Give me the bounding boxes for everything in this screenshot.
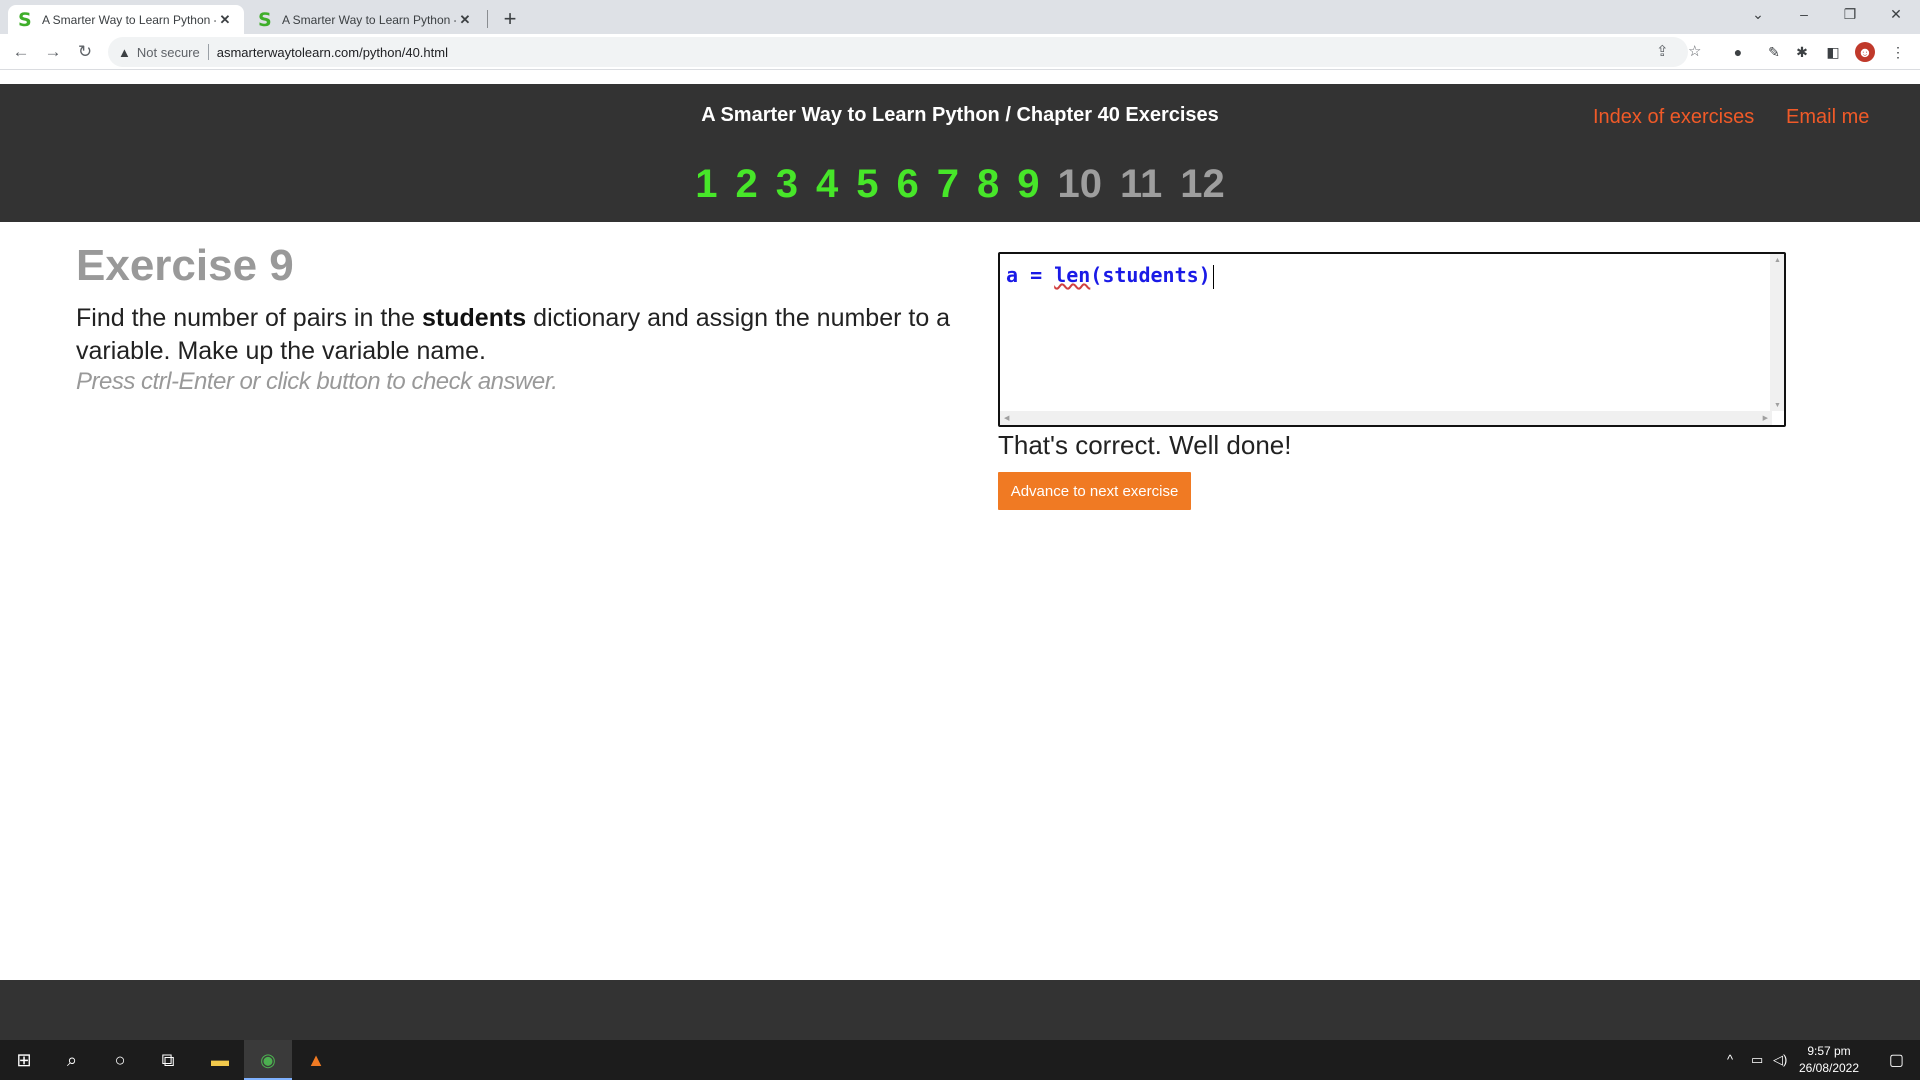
reload-icon[interactable]: ↻: [73, 40, 97, 64]
windows-start-icon[interactable]: ⊞: [0, 1040, 48, 1080]
volume-icon[interactable]: ◁): [1773, 1052, 1787, 1068]
network-icon[interactable]: ▭: [1751, 1052, 1763, 1068]
extension-pen-icon[interactable]: ✎: [1764, 42, 1784, 62]
minimize-icon[interactable]: –: [1781, 0, 1827, 30]
site-favicon-icon: S: [18, 8, 32, 31]
exercise-number-link[interactable]: 8: [968, 161, 1008, 207]
exercise-number-link[interactable]: 3: [767, 161, 807, 207]
menu-dots-icon[interactable]: ⋮: [1888, 42, 1908, 62]
cortana-icon[interactable]: ○: [96, 1040, 144, 1080]
text-cursor: [1212, 264, 1214, 289]
exercise-number-link[interactable]: 9: [1008, 161, 1048, 207]
code-line[interactable]: a = len(students): [1006, 263, 1214, 289]
extension-ninja-icon[interactable]: ●: [1728, 42, 1748, 62]
exercise-number-link[interactable]: 11: [1111, 161, 1171, 207]
taskbar-clock[interactable]: 9:57 pm 26/08/2022: [1794, 1043, 1864, 1077]
result-message: That's correct. Well done!: [998, 430, 1292, 460]
exercise-number-nav: 1 2 3 4 5 6 7 8 9 10 11 12: [0, 161, 1920, 207]
instruction-text: Find the number of pairs in the: [76, 304, 423, 332]
windows-taskbar: ⊞ ⌕ ○ ⧉ ▬ ◉ ▲ ^ ▭ ◁) 9:57 pm 26/08/2022 …: [0, 1040, 1920, 1080]
horizontal-scrollbar[interactable]: ◀ ▶: [1000, 411, 1772, 425]
forward-icon[interactable]: →: [41, 40, 65, 64]
tab-title: A Smarter Way to Learn Python -: [282, 12, 456, 27]
browser-tab-bar: S A Smarter Way to Learn Python - ✕ S A …: [0, 0, 1920, 34]
exercise-number-link[interactable]: 1: [686, 161, 726, 207]
tab-search-icon[interactable]: ⌄: [1735, 0, 1781, 30]
browser-toolbar: ← → ↻ ▲ Not secure asmarterwaytolearn.co…: [0, 34, 1920, 70]
code-argument: (students): [1090, 263, 1211, 287]
file-explorer-icon[interactable]: ▬: [196, 1040, 244, 1080]
tray-chevron-icon[interactable]: ^: [1727, 1052, 1733, 1067]
scroll-down-icon[interactable]: ▼: [1774, 402, 1781, 409]
task-view-icon[interactable]: ⧉: [144, 1040, 192, 1080]
url-text[interactable]: asmarterwaytolearn.com/python/40.html: [217, 45, 448, 60]
site-footer: [0, 980, 1920, 1040]
new-tab-button[interactable]: +: [496, 5, 524, 33]
close-window-icon[interactable]: ✕: [1873, 0, 1919, 30]
close-tab-icon[interactable]: ✕: [456, 12, 474, 28]
exercise-number-link[interactable]: 5: [847, 161, 887, 207]
advance-next-exercise-button[interactable]: Advance to next exercise: [998, 472, 1191, 510]
exercise-number-link[interactable]: 10: [1048, 161, 1111, 207]
side-panel-icon[interactable]: ◧: [1823, 42, 1843, 62]
address-bar[interactable]: ▲ Not secure asmarterwaytolearn.com/pyth…: [108, 37, 1688, 67]
vertical-scrollbar[interactable]: ▲ ▼: [1770, 254, 1784, 411]
site-header: A Smarter Way to Learn Python / Chapter …: [0, 84, 1920, 222]
security-label: Not secure: [136, 44, 200, 60]
code-assignment: a =: [1006, 263, 1055, 287]
scroll-up-icon[interactable]: ▲: [1774, 257, 1781, 264]
warning-icon: ▲: [118, 44, 131, 60]
tab-title: A Smarter Way to Learn Python -: [42, 12, 216, 27]
notification-icon[interactable]: ▢: [1889, 1050, 1904, 1070]
browser-tab-1[interactable]: S A Smarter Way to Learn Python - ✕: [8, 5, 244, 34]
instruction-keyword: students: [422, 304, 527, 332]
tab-divider: [487, 10, 488, 28]
exercise-number-link[interactable]: 7: [928, 161, 968, 207]
clock-date: 26/08/2022: [1798, 1061, 1860, 1075]
exercise-number-link[interactable]: 12: [1171, 161, 1234, 207]
chrome-icon[interactable]: ◉: [244, 1040, 292, 1080]
exercise-title: Exercise 9: [76, 241, 294, 290]
exercise-hint: Press ctrl-Enter or click button to chec…: [76, 368, 558, 395]
clock-time: 9:57 pm: [1807, 1044, 1851, 1058]
exercise-number-link[interactable]: 6: [887, 161, 927, 207]
exercise-instructions: Find the number of pairs in the students…: [76, 302, 956, 368]
index-of-exercises-link[interactable]: Index of exercises: [1593, 106, 1754, 129]
email-me-link[interactable]: Email me: [1786, 106, 1869, 129]
share-icon[interactable]: ⇪: [1656, 42, 1669, 60]
scroll-right-icon[interactable]: ▶: [1763, 414, 1768, 422]
exercise-number-link[interactable]: 2: [726, 161, 766, 207]
extensions-puzzle-icon[interactable]: ✱: [1792, 42, 1812, 62]
profile-avatar[interactable]: ☻: [1855, 42, 1875, 62]
browser-tab-2[interactable]: S A Smarter Way to Learn Python - ✕: [248, 5, 484, 34]
exercise-number-link[interactable]: 4: [807, 161, 847, 207]
site-favicon-icon: S: [258, 8, 272, 31]
code-editor[interactable]: a = len(students) ▲ ▼ ◀ ▶: [998, 252, 1786, 427]
scroll-left-icon[interactable]: ◀: [1004, 414, 1009, 422]
bookmark-star-icon[interactable]: ☆: [1688, 42, 1701, 60]
restore-icon[interactable]: ❐: [1827, 0, 1873, 30]
back-icon[interactable]: ←: [9, 40, 33, 64]
search-icon[interactable]: ⌕: [48, 1040, 96, 1080]
close-tab-icon[interactable]: ✕: [216, 12, 234, 28]
vlc-icon[interactable]: ▲: [292, 1040, 340, 1080]
omnibox-divider: [207, 44, 209, 60]
code-function: len: [1054, 263, 1091, 287]
